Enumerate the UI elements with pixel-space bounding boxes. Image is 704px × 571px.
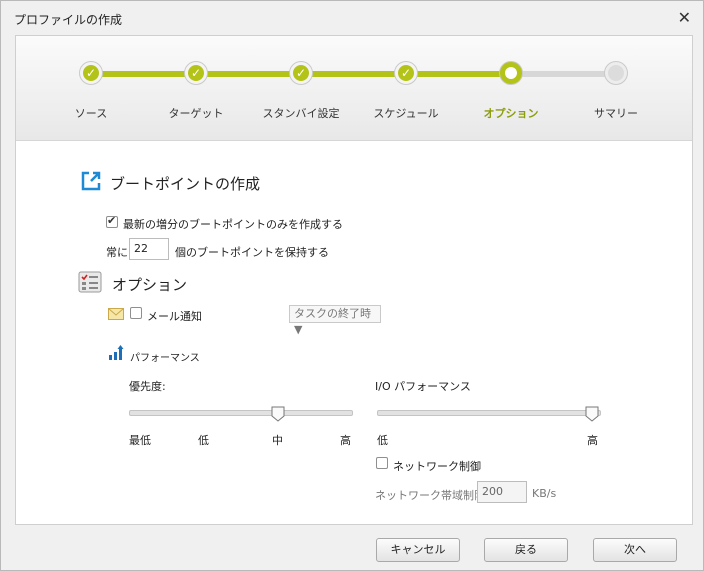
keep-count-input[interactable]: 22	[129, 238, 169, 260]
network-control-label: ネットワーク制御	[393, 460, 481, 473]
step-node-schedule[interactable]: ✓	[395, 62, 417, 84]
priority-slider-track[interactable]	[129, 410, 353, 416]
step-label-summary[interactable]: サマリー	[594, 105, 638, 121]
priority-tick-high: 高	[340, 434, 351, 447]
step-label-target[interactable]: ターゲット	[169, 105, 224, 121]
only-latest-label: 最新の増分のブートポイントのみを作成する	[123, 218, 343, 231]
mail-notify-checkbox[interactable]	[130, 307, 142, 319]
bar-chart-icon	[108, 345, 124, 364]
step-node-target[interactable]: ✓	[185, 62, 207, 84]
step-node-standby[interactable]: ✓	[290, 62, 312, 84]
envelope-icon	[108, 308, 124, 323]
mail-notify-label: メール通知	[147, 310, 202, 323]
keep-prefix-label: 常に	[106, 246, 128, 259]
next-button[interactable]: 次へ	[593, 538, 677, 562]
only-latest-checkbox[interactable]	[106, 214, 118, 228]
io-label: I/O パフォーマンス	[375, 380, 471, 393]
step-label-standby[interactable]: スタンバイ設定	[263, 105, 340, 121]
options-title: オプション	[112, 276, 188, 294]
priority-label: 優先度:	[129, 380, 166, 393]
step-label-schedule[interactable]: スケジュール	[373, 105, 438, 121]
wizard-progress: ✓ ✓ ✓ ✓ ソース ターゲット スタンバイ設定 スケジュール オプション サ…	[16, 36, 692, 141]
priority-tick-low: 低	[198, 434, 209, 447]
io-slider-track[interactable]	[377, 410, 601, 416]
step-node-source[interactable]: ✓	[80, 62, 102, 84]
priority-tick-mid: 中	[272, 434, 283, 447]
check-icon: ✓	[190, 66, 202, 80]
step-node-options[interactable]	[500, 62, 522, 84]
bandwidth-label: ネットワーク帯域制限:	[375, 489, 489, 502]
check-icon: ✓	[400, 66, 412, 80]
check-icon: ✓	[295, 66, 307, 80]
check-icon: ✓	[85, 66, 97, 80]
boot-point-title: ブートポイントの作成	[110, 175, 261, 193]
priority-slider-thumb[interactable]	[271, 406, 285, 422]
dialog-title: プロファイルの作成	[14, 13, 123, 27]
io-tick-low: 低	[377, 434, 388, 447]
title-bar: プロファイルの作成 ✕	[1, 1, 703, 35]
cancel-button[interactable]: キャンセル	[376, 538, 460, 562]
network-control-checkbox[interactable]	[376, 457, 388, 469]
priority-tick-lowest: 最低	[129, 434, 151, 447]
back-button[interactable]: 戻る	[484, 538, 568, 562]
checklist-icon	[78, 271, 102, 296]
close-icon[interactable]: ✕	[678, 8, 691, 27]
performance-title: パフォーマンス	[130, 353, 200, 364]
step-node-summary[interactable]	[605, 62, 627, 84]
keep-suffix-label: 個のブートポイントを保持する	[175, 246, 329, 259]
io-slider-thumb[interactable]	[585, 406, 599, 422]
mail-timing-dropdown[interactable]: タスクの終了時 ▼	[289, 305, 381, 336]
io-tick-high: 高	[587, 434, 598, 447]
external-link-icon	[80, 170, 102, 195]
profile-dialog: プロファイルの作成 ✕ ✓ ✓ ✓ ✓ ソース ターゲット スタンバイ設定 スケ…	[0, 0, 704, 571]
bandwidth-unit: KB/s	[532, 487, 557, 500]
content-panel: ✓ ✓ ✓ ✓ ソース ターゲット スタンバイ設定 スケジュール オプション サ…	[15, 35, 693, 525]
step-label-options[interactable]: オプション	[484, 105, 539, 121]
bandwidth-input[interactable]: 200	[477, 481, 527, 503]
step-label-source[interactable]: ソース	[75, 105, 107, 121]
